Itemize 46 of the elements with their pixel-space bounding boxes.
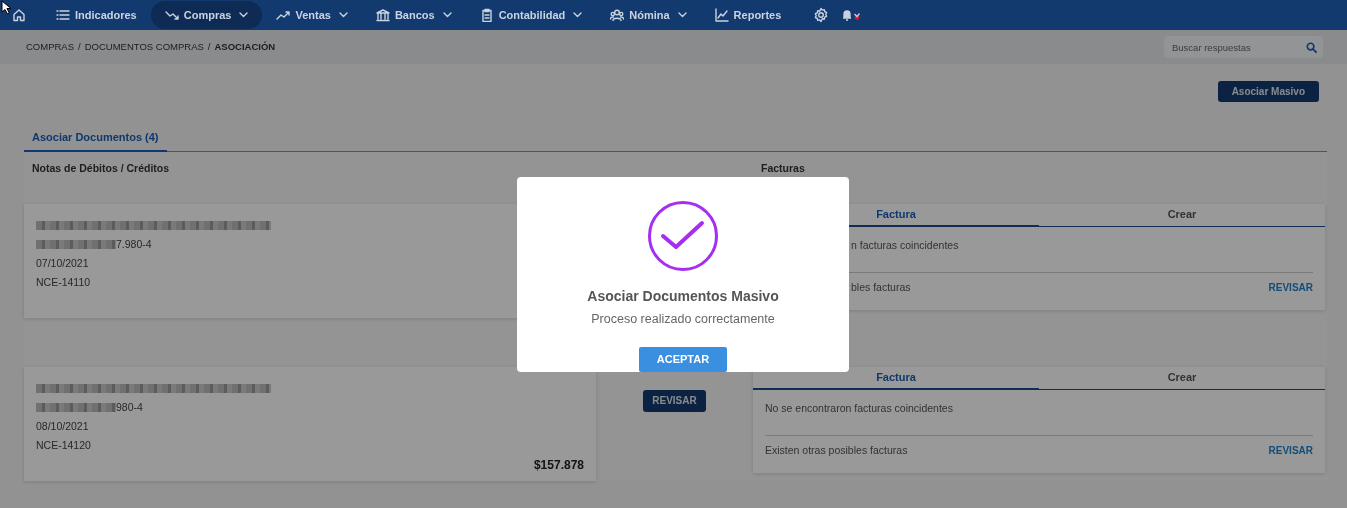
review-button[interactable]: REVISAR: [643, 389, 706, 412]
breadcrumb-separator: /: [207, 39, 211, 54]
line-chart-icon: [714, 8, 729, 22]
nav-item[interactable]: Compras: [150, 1, 263, 29]
no-matches-message: n facturas coincidentes: [851, 238, 959, 251]
people-icon: [610, 8, 625, 22]
note-amount: $157.878: [532, 456, 584, 473]
column-heading: Notas de Débitos / Créditos: [31, 160, 171, 176]
breadcrumb-item: ASOCIACIÓN: [214, 39, 276, 54]
notifications-icon[interactable]: [841, 8, 862, 22]
bank-icon: [375, 8, 390, 22]
tab[interactable]: Crear: [1039, 366, 1325, 390]
column-heading: Facturas: [760, 160, 806, 176]
breadcrumb-item[interactable]: COMPRAS: [26, 39, 75, 55]
search-icon: [1306, 41, 1317, 53]
list-icon: [56, 8, 70, 22]
search-field[interactable]: Buscar respuestas: [1164, 36, 1323, 58]
check-circle-icon: [647, 200, 719, 272]
note-number: NCE-14110: [36, 274, 92, 290]
other-invoices-message: Existen otras posibles facturas: [765, 442, 908, 458]
note-number: NCE-14120: [36, 437, 92, 453]
breadcrumb-item[interactable]: DOCUMENTOS COMPRAS: [84, 39, 204, 55]
tab[interactable]: Crear: [1039, 203, 1325, 227]
tax-id: 980-4: [116, 399, 143, 415]
nav-item[interactable]: Bancos: [361, 1, 466, 29]
nav-item[interactable]: Indicadores: [42, 1, 151, 29]
trend-up-icon: [276, 8, 291, 22]
nav-item[interactable]: Contabilidad: [465, 1, 597, 29]
accept-button[interactable]: ACEPTAR: [638, 346, 728, 372]
nav-item[interactable]: Nómina: [596, 1, 701, 29]
nav-item[interactable]: Reportes: [700, 1, 796, 29]
home-icon[interactable]: [12, 8, 26, 22]
nav-item[interactable]: Ventas: [262, 1, 362, 29]
no-matches-message: No se encontraron facturas coincidentes: [765, 401, 953, 414]
dialog-message: Proceso realizado correctamente: [590, 311, 776, 328]
note-date: 07/10/2021: [36, 255, 90, 271]
mouse-cursor-icon: [1, 0, 12, 15]
bulk-associate-button[interactable]: Asociar Masivo: [1217, 81, 1319, 102]
review-link[interactable]: REVISAR: [1268, 443, 1313, 458]
settings-icon[interactable]: [813, 7, 830, 23]
breadcrumb-separator: /: [78, 39, 81, 54]
clipboard-icon: [479, 8, 494, 22]
review-link[interactable]: REVISAR: [1268, 280, 1313, 295]
tax-id: 7.980-4: [116, 236, 152, 252]
dialog-title: Asociar Documentos Masivo: [586, 287, 780, 306]
note-date: 08/10/2021: [36, 418, 90, 434]
